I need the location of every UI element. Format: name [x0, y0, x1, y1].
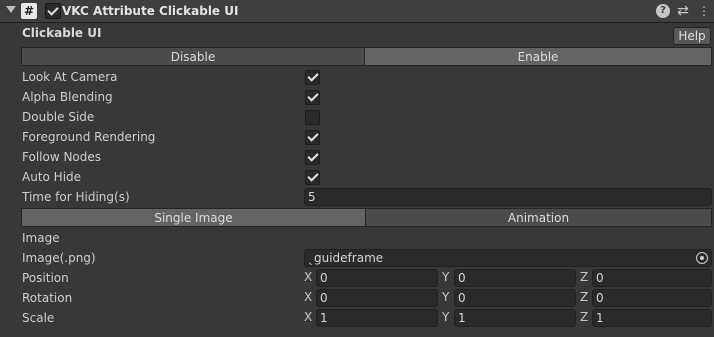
- axis-x-label: X: [304, 310, 313, 324]
- scale-z-field[interactable]: 1: [592, 309, 712, 327]
- position-row: Position X 0 Y 0 Z 0: [22, 268, 712, 288]
- scale-row: Scale X 1 Y 1 Z 1: [22, 308, 712, 328]
- option-label: Follow Nodes: [22, 150, 102, 164]
- component-enabled-checkbox[interactable]: [45, 3, 61, 19]
- double-side-checkbox[interactable]: [305, 110, 320, 125]
- option-label: Auto Hide: [22, 170, 82, 184]
- scale-x-field[interactable]: 1: [316, 309, 438, 327]
- position-y-field[interactable]: 0: [454, 269, 576, 287]
- image-png-value: guideframe: [314, 251, 384, 265]
- option-label: Double Side: [22, 110, 95, 124]
- option-double-side: Double Side: [22, 107, 712, 127]
- image-section-label: Image: [22, 231, 60, 245]
- time-for-hiding-row: Time for Hiding(s) 5: [22, 187, 712, 207]
- object-picker-icon[interactable]: [696, 252, 708, 264]
- axis-x-label: X: [304, 290, 313, 304]
- component-title: VKC Attribute Clickable UI: [62, 4, 239, 18]
- single-image-button[interactable]: Single Image: [21, 208, 366, 227]
- disable-button[interactable]: Disable: [21, 47, 365, 66]
- option-follow-nodes: Follow Nodes: [22, 147, 712, 167]
- scale-label: Scale: [22, 311, 55, 325]
- axis-z-label: Z: [580, 310, 589, 324]
- position-label: Position: [22, 271, 69, 285]
- time-for-hiding-field[interactable]: 5: [304, 188, 712, 206]
- option-auto-hide: Auto Hide: [22, 167, 712, 187]
- axis-y-label: Y: [442, 310, 450, 324]
- section-title: Clickable UI: [22, 26, 102, 40]
- auto-hide-checkbox[interactable]: [305, 170, 320, 185]
- rotation-y-field[interactable]: 0: [454, 289, 576, 307]
- enable-button[interactable]: Enable: [364, 47, 712, 66]
- help-button[interactable]: Help: [673, 27, 711, 45]
- image-section-row: Image: [22, 228, 712, 248]
- animation-button[interactable]: Animation: [365, 208, 712, 227]
- option-look-at-camera: Look At Camera: [22, 67, 712, 87]
- image-png-row: Image(.png) ˎguideframe: [22, 248, 712, 268]
- option-label: Foreground Rendering: [22, 130, 156, 144]
- component-header: # VKC Attribute Clickable UI ? ⇄ ⋮: [0, 0, 714, 23]
- axis-x-label: X: [304, 270, 313, 284]
- rotation-x-field[interactable]: 0: [316, 289, 438, 307]
- axis-y-label: Y: [442, 270, 450, 284]
- follow-nodes-checkbox[interactable]: [305, 150, 320, 165]
- axis-y-label: Y: [442, 290, 450, 304]
- rotation-label: Rotation: [22, 291, 73, 305]
- axis-z-label: Z: [580, 290, 589, 304]
- option-alpha-blending: Alpha Blending: [22, 87, 712, 107]
- position-z-field[interactable]: 0: [592, 269, 712, 287]
- alpha-blending-checkbox[interactable]: [305, 90, 320, 105]
- more-options-icon[interactable]: ⋮: [697, 4, 711, 18]
- help-icon[interactable]: ?: [656, 4, 670, 18]
- image-png-object-field[interactable]: ˎguideframe: [304, 249, 712, 267]
- rotation-row: Rotation X 0 Y 0 Z 0: [22, 288, 712, 308]
- image-png-label: Image(.png): [22, 251, 96, 265]
- option-label: Look At Camera: [22, 70, 118, 84]
- time-for-hiding-label: Time for Hiding(s): [22, 190, 130, 204]
- scale-y-field[interactable]: 1: [454, 309, 576, 327]
- axis-z-label: Z: [580, 270, 589, 284]
- foldout-arrow-icon[interactable]: [6, 6, 16, 13]
- script-icon: #: [21, 3, 37, 19]
- rotation-z-field[interactable]: 0: [592, 289, 712, 307]
- position-x-field[interactable]: 0: [316, 269, 438, 287]
- foreground-rendering-checkbox[interactable]: [305, 130, 320, 145]
- look-at-camera-checkbox[interactable]: [305, 70, 320, 85]
- option-foreground-rendering: Foreground Rendering: [22, 127, 712, 147]
- option-label: Alpha Blending: [22, 90, 113, 104]
- preset-icon[interactable]: ⇄: [676, 4, 690, 18]
